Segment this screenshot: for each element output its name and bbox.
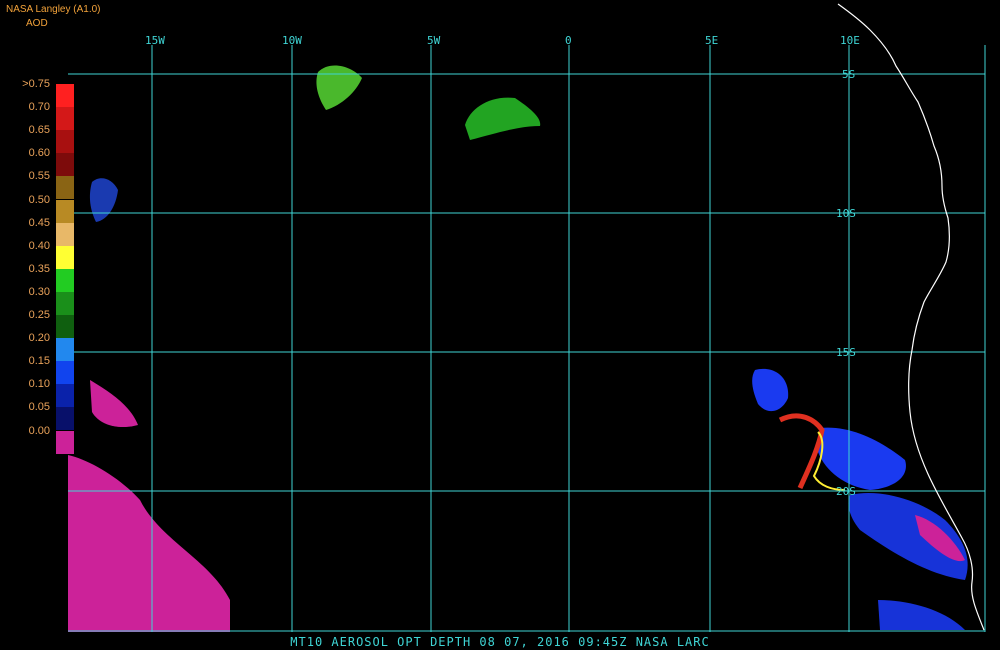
legend-swatch xyxy=(56,338,74,362)
legend-swatch xyxy=(56,176,74,200)
legend-label: 0.15 xyxy=(28,355,50,368)
aerosol-data-layer xyxy=(68,65,968,632)
graticule xyxy=(68,45,986,632)
legend-label: 0.65 xyxy=(28,124,50,137)
legend-label: 0.50 xyxy=(28,193,50,206)
legend-swatch xyxy=(56,153,74,177)
lon-label-0: 0 xyxy=(565,34,572,47)
legend-swatch xyxy=(56,268,74,292)
aerosol-patch-blue-4 xyxy=(878,600,965,630)
legend-swatch xyxy=(56,199,74,223)
legend-swatch xyxy=(56,361,74,385)
legend-label: 0.40 xyxy=(28,239,50,252)
legend-swatch xyxy=(56,245,74,269)
aerosol-patch-blue-2 xyxy=(818,427,906,490)
legend-label: 0.20 xyxy=(28,332,50,345)
legend-label: 0.25 xyxy=(28,309,50,321)
aerosol-patch-green xyxy=(465,97,541,140)
legend-label: 0.55 xyxy=(28,170,50,183)
aerosol-patch-blue-3 xyxy=(848,492,968,580)
footer-caption: MT10 AEROSOL OPT DEPTH 08 07, 2016 09:45… xyxy=(290,635,710,649)
source-label: NASA Langley (A1.0) xyxy=(6,4,101,15)
aerosol-patch-magenta-2 xyxy=(90,380,138,428)
lat-label-20s: 20S xyxy=(836,485,856,498)
legend-swatch xyxy=(56,384,74,408)
legend-swatch xyxy=(56,291,74,315)
legend-label: 0.05 xyxy=(28,401,50,414)
aod-map: 15W 10W 5W 0 5E 10E 5S 10S 15S 20S xyxy=(68,3,986,632)
aerosol-patch-nw xyxy=(89,178,118,222)
legend-label: 0.30 xyxy=(28,285,50,298)
legend-swatch xyxy=(56,315,74,338)
lon-label-10w: 10W xyxy=(282,34,302,47)
legend-label: 0.35 xyxy=(28,262,50,275)
legend-swatch xyxy=(56,407,74,431)
legend-label: 0.00 xyxy=(28,424,50,437)
aerosol-patch-green-2 xyxy=(316,65,362,110)
lon-label-15w: 15W xyxy=(145,34,165,47)
lon-label-5w: 5W xyxy=(427,34,441,47)
legend-swatch xyxy=(56,84,74,107)
legend-swatch xyxy=(56,107,74,131)
lat-label-15s: 15S xyxy=(836,346,856,359)
legend-swatch xyxy=(56,430,74,454)
lat-label-10s: 10S xyxy=(836,207,856,220)
legend-label: >0.75 xyxy=(22,78,50,90)
legend-label: 0.10 xyxy=(28,378,50,391)
lon-label-5e: 5E xyxy=(705,34,718,47)
product-label: AOD xyxy=(26,18,48,29)
legend-swatch xyxy=(56,222,74,246)
lon-labels: 15W 10W 5W 0 5E 10E xyxy=(145,34,860,47)
aerosol-patch-blue-1 xyxy=(752,368,789,412)
legend-swatch xyxy=(56,130,74,154)
legend-label: 0.60 xyxy=(28,147,50,160)
lon-label-10e: 10E xyxy=(840,34,860,47)
legend-label: 0.45 xyxy=(28,216,50,229)
aerosol-patch-magenta-1 xyxy=(68,455,230,632)
legend-label: 0.70 xyxy=(28,101,50,114)
lat-label-5s: 5S xyxy=(842,68,855,81)
